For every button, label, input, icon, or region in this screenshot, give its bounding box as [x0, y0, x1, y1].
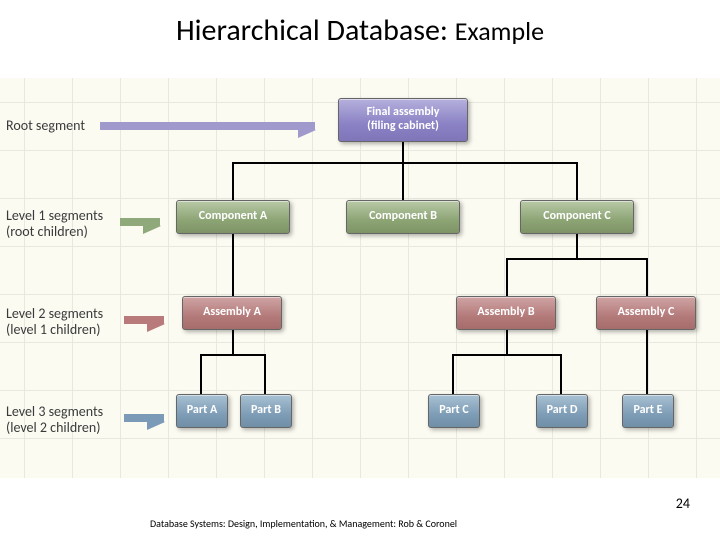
label-l1b: (root children)	[6, 224, 88, 241]
conn	[452, 354, 454, 394]
arrow-l3	[124, 414, 164, 422]
slide: Hierarchical Database: Example Root segm…	[0, 0, 720, 540]
conn	[576, 234, 578, 258]
label-l2b: (level 1 children)	[6, 322, 100, 339]
conn	[506, 258, 648, 260]
node-assembly-a: Assembly A	[182, 296, 282, 330]
conn	[506, 330, 508, 354]
conn	[264, 354, 266, 394]
node-part-e: Part E	[622, 394, 674, 428]
title-main: Hierarchical Database:	[176, 12, 448, 49]
arrow-l1	[120, 218, 160, 226]
conn	[402, 142, 404, 162]
conn	[232, 162, 234, 200]
page-number: 24	[676, 495, 690, 512]
conn	[232, 162, 578, 164]
conn	[576, 162, 578, 200]
node-part-d: Part D	[536, 394, 588, 428]
node-assembly-c: Assembly C	[596, 296, 696, 330]
arrow-root	[100, 122, 315, 130]
conn	[232, 330, 234, 354]
node-part-b: Part B	[240, 394, 292, 428]
conn	[646, 258, 648, 296]
node-root-line2: (filing cabinet)	[367, 120, 440, 134]
conn	[506, 258, 508, 296]
title-sub: Example	[455, 15, 544, 47]
node-root-line1: Final assembly	[367, 106, 440, 120]
conn	[452, 354, 562, 356]
node-component-a: Component A	[176, 200, 290, 234]
conn	[232, 234, 234, 296]
diagram: Root segment Level 1 segments (root chil…	[0, 78, 720, 478]
conn	[646, 330, 648, 394]
node-component-c: Component C	[520, 200, 634, 234]
conn	[200, 354, 202, 394]
footer-citation: Database Systems: Design, Implementation…	[0, 517, 720, 530]
node-part-a: Part A	[176, 394, 228, 428]
conn	[560, 354, 562, 394]
slide-title: Hierarchical Database: Example	[0, 12, 720, 49]
label-l3b: (level 2 children)	[6, 420, 100, 437]
arrow-l2	[124, 316, 164, 324]
node-component-b: Component B	[346, 200, 460, 234]
label-root: Root segment	[6, 118, 85, 135]
node-root: Final assembly (filing cabinet)	[338, 98, 468, 142]
node-assembly-b: Assembly B	[456, 296, 556, 330]
node-part-c: Part C	[428, 394, 480, 428]
conn	[402, 162, 404, 200]
conn	[200, 354, 266, 356]
